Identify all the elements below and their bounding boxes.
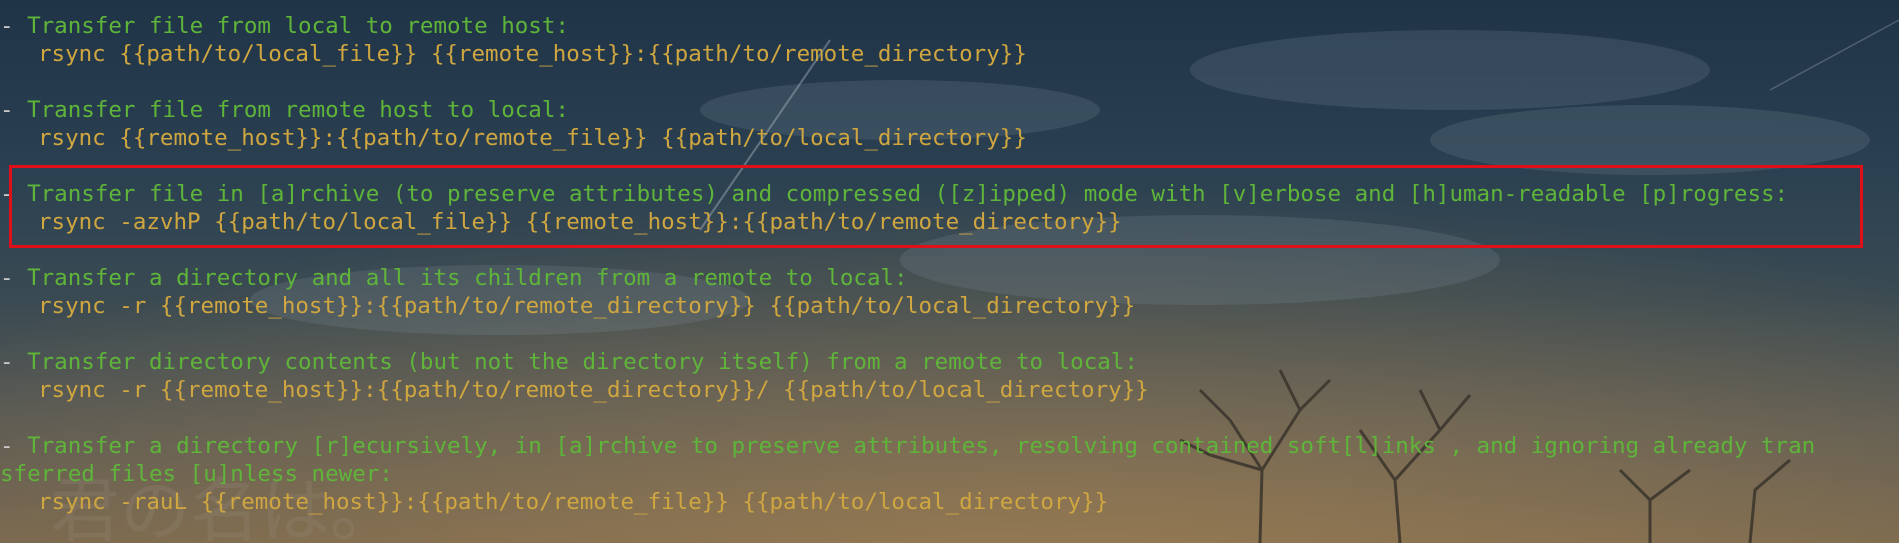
entry-description: - Transfer a directory and all its child…: [0, 265, 908, 291]
highlight-box: [9, 165, 1863, 248]
entry-command: rsync -rauL {{remote_host}}:{{path/to/re…: [38, 489, 1109, 515]
entry-command: rsync -r {{remote_host}}:{{path/to/remot…: [38, 377, 1149, 403]
entry-description-wrap: sferred files [u]nless newer:: [0, 461, 393, 487]
entry-command: rsync {{path/to/local_file}} {{remote_ho…: [38, 41, 1027, 67]
entry-description: - Transfer a directory [r]ecursively, in…: [0, 433, 1816, 459]
entry-command: rsync {{remote_host}}:{{path/to/remote_f…: [38, 125, 1027, 151]
entry-description: - Transfer file from local to remote hos…: [0, 13, 569, 39]
entry-command: rsync -r {{remote_host}}:{{path/to/remot…: [38, 293, 1136, 319]
entry-description: - Transfer directory contents (but not t…: [0, 349, 1138, 375]
entry-description: - Transfer file from remote host to loca…: [0, 97, 569, 123]
